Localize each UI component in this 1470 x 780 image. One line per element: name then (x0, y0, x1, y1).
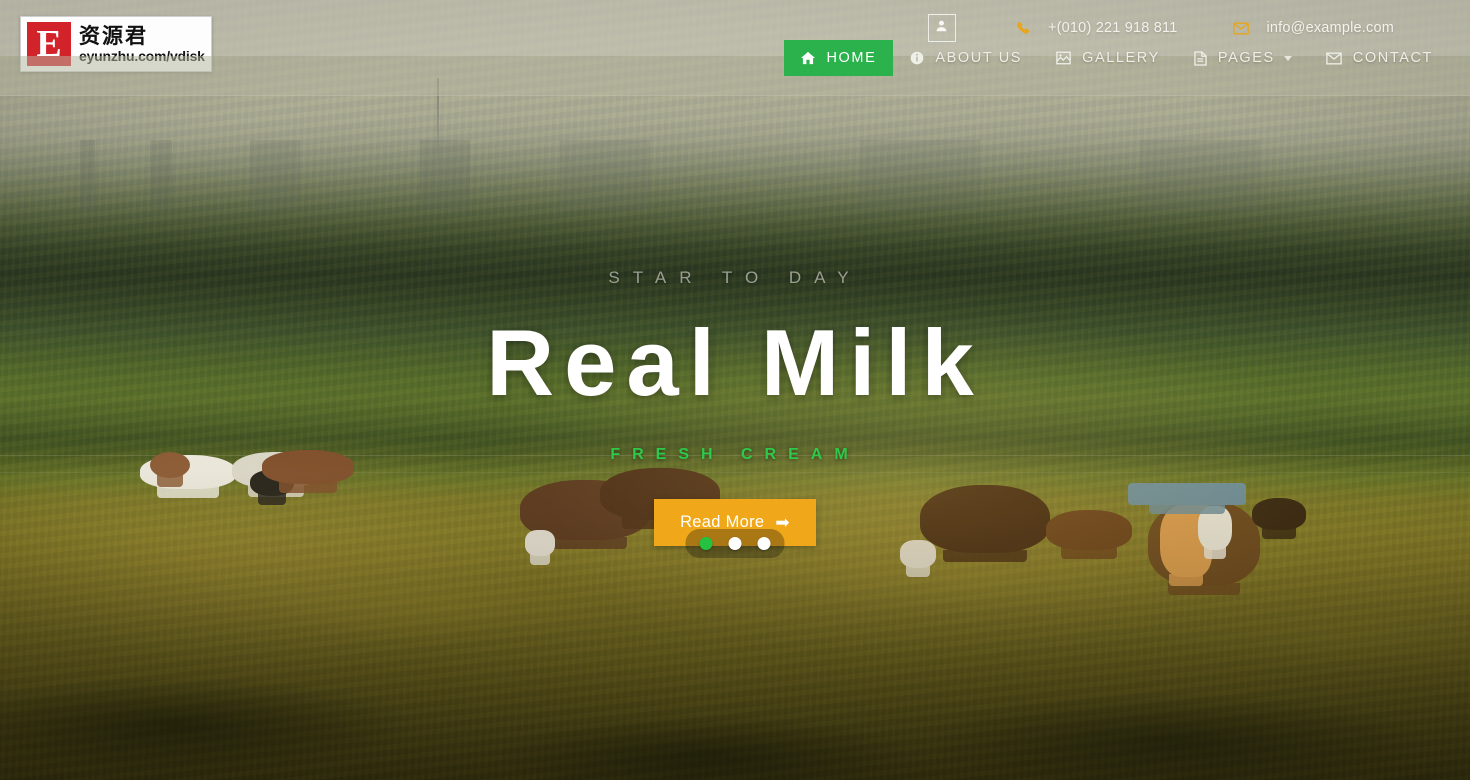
nav-item-pages[interactable]: PAGES (1177, 40, 1309, 76)
carousel-pagination (685, 529, 785, 558)
home-icon (801, 51, 816, 65)
arrow-right-icon: ➡ (775, 513, 790, 532)
nav-item-pages-label: PAGES (1217, 50, 1275, 66)
envelope-icon (1326, 52, 1342, 65)
hero-content: STAR TO DAY Real Milk FRESH CREAM Read M… (0, 96, 1470, 780)
nav-item-gallery[interactable]: GALLERY (1039, 40, 1177, 76)
envelope-icon (1233, 21, 1250, 35)
carousel-dot-1[interactable] (699, 537, 713, 550)
nav-item-contact[interactable]: CONTACT (1309, 40, 1450, 76)
user-icon (935, 19, 948, 37)
hero-title: Real Milk (486, 310, 984, 415)
header-phone-label: +(010) 221 918 811 (1047, 20, 1178, 36)
site-header: E 资源君 eyunzhu.com/vdisk (0, 0, 1470, 96)
header-email[interactable]: info@example.com (1233, 20, 1394, 36)
carousel-dot-2[interactable] (728, 537, 742, 550)
header-navbar: HOME ABOUT US GALLERY PAGES CONTACT (0, 40, 1470, 96)
file-icon (1194, 50, 1207, 66)
hero-slider-stage: E 资源君 eyunzhu.com/vdisk (0, 0, 1470, 780)
nav-item-about-us[interactable]: ABOUT US (893, 40, 1039, 76)
main-navigation: HOME ABOUT US GALLERY PAGES CONTACT (784, 40, 1450, 76)
phone-icon (1016, 21, 1031, 36)
header-email-label: info@example.com (1266, 20, 1394, 36)
logo-name-cn: 资源君 (79, 23, 148, 48)
hero-kicker: STAR TO DAY (608, 268, 862, 287)
nav-item-home[interactable]: HOME (784, 40, 894, 76)
account-button[interactable] (927, 14, 956, 42)
carousel-dot-3[interactable] (757, 537, 771, 550)
nav-item-home-label: HOME (826, 50, 877, 66)
header-phone[interactable]: +(010) 221 918 811 (1016, 20, 1178, 36)
chevron-down-icon (1283, 55, 1292, 61)
image-icon (1056, 51, 1071, 65)
nav-item-contact-label: CONTACT (1352, 50, 1433, 66)
nav-item-about-us-label: ABOUT US (935, 50, 1023, 66)
nav-item-gallery-label: GALLERY (1082, 50, 1160, 66)
hero-subkicker: FRESH CREAM (610, 446, 860, 463)
info-icon (910, 51, 924, 65)
